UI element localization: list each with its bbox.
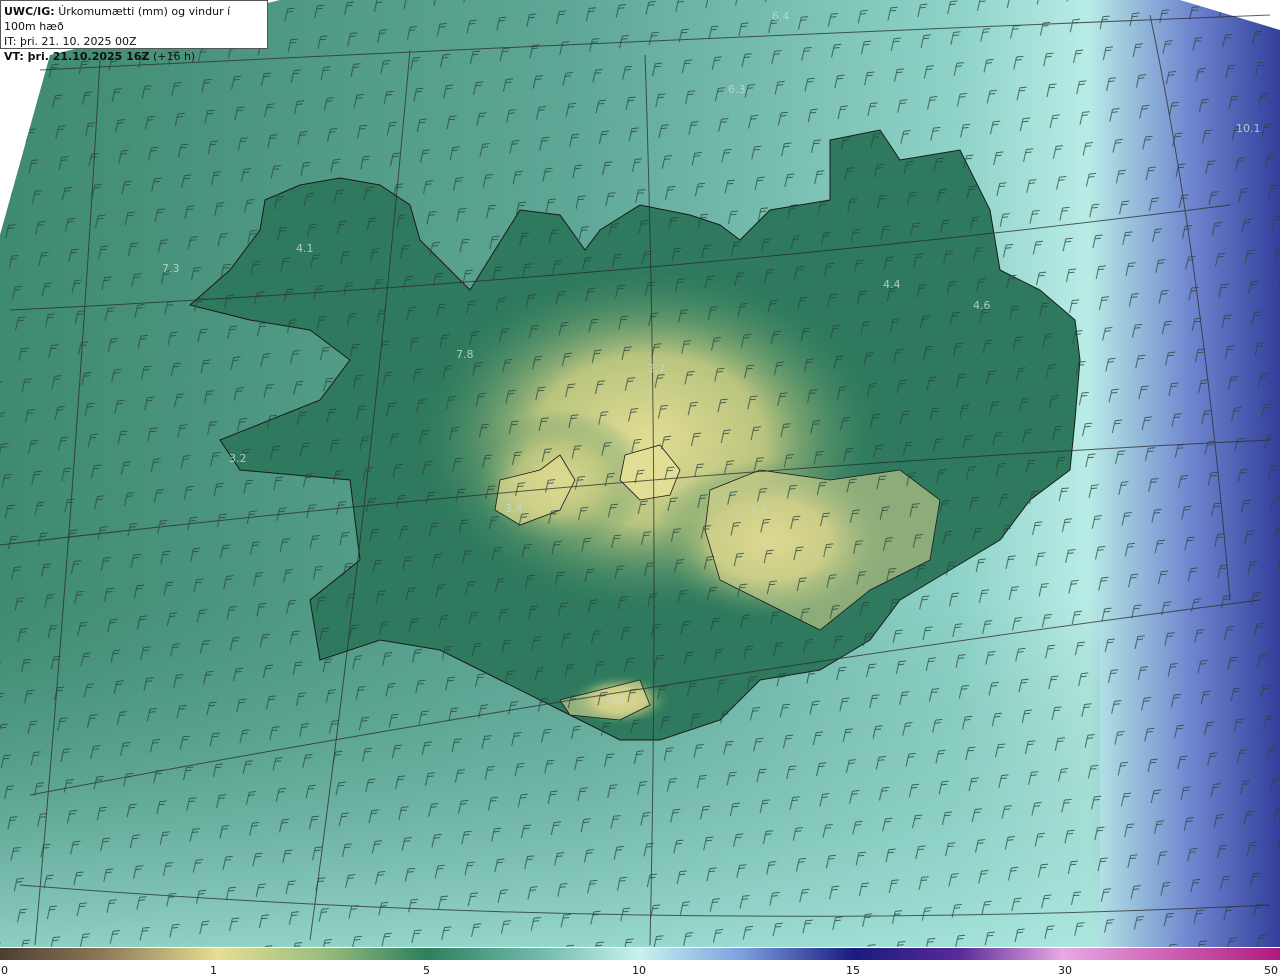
colorbar-tick: 50 bbox=[1264, 964, 1278, 977]
map-label: 6.4 bbox=[772, 10, 790, 23]
colorbar-tick: 0 bbox=[1, 964, 8, 977]
map-label: 3.4 bbox=[505, 502, 523, 515]
map-label: 2.7 bbox=[648, 362, 666, 375]
precipitation-wind-map: 6.3 4.1 7.3 4.4 4.6 2.7 3.2 3.0 6.4 10.1… bbox=[0, 0, 1280, 978]
colorbar-tick: 15 bbox=[846, 964, 860, 977]
colorbar: 0 1 5 10 15 30 50 bbox=[0, 948, 1280, 978]
map-label: 4.6 bbox=[973, 299, 991, 312]
map-label: 7.8 bbox=[456, 348, 474, 361]
map-label: 10.1 bbox=[1236, 122, 1261, 135]
valid-time-line: VT: þri. 21.10.2025 16Z (+16 h) bbox=[4, 49, 264, 64]
colorbar-tick: 1 bbox=[210, 964, 217, 977]
valid-offset: (+16 h) bbox=[152, 50, 196, 63]
colorbar-tick: 10 bbox=[632, 964, 646, 977]
map-label: 6.3 bbox=[728, 83, 746, 96]
model-name: UWC/IG: bbox=[4, 5, 55, 18]
title-line: UWC/IG: Úrkomumætti (mm) og vindur í 100… bbox=[4, 4, 264, 34]
colorbar-gradient bbox=[0, 948, 1280, 960]
map-label: 3.4 bbox=[750, 504, 768, 517]
map-label: 3.0 bbox=[607, 693, 625, 706]
colorbar-tick: 30 bbox=[1058, 964, 1072, 977]
colorbar-tick: 5 bbox=[423, 964, 430, 977]
info-box: UWC/IG: Úrkomumætti (mm) og vindur í 100… bbox=[0, 0, 268, 63]
map-label: 3.2 bbox=[229, 452, 247, 465]
valid-time: VT: þri. 21.10.2025 16Z bbox=[4, 50, 150, 63]
map-label: 4.4 bbox=[883, 278, 901, 291]
wind-barb-icon bbox=[0, 0, 1280, 947]
map-label: 7.3 bbox=[162, 262, 180, 275]
map-label: 4.1 bbox=[296, 242, 314, 255]
init-time: IT: þri. 21. 10. 2025 00Z bbox=[4, 35, 137, 48]
